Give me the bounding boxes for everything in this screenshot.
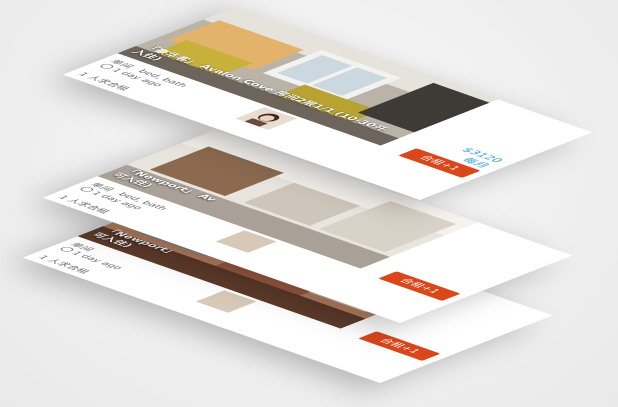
stage: 「Newport」 可入住) 合租+1 单间 1 day ago 1 人求合租 (0, 0, 618, 407)
